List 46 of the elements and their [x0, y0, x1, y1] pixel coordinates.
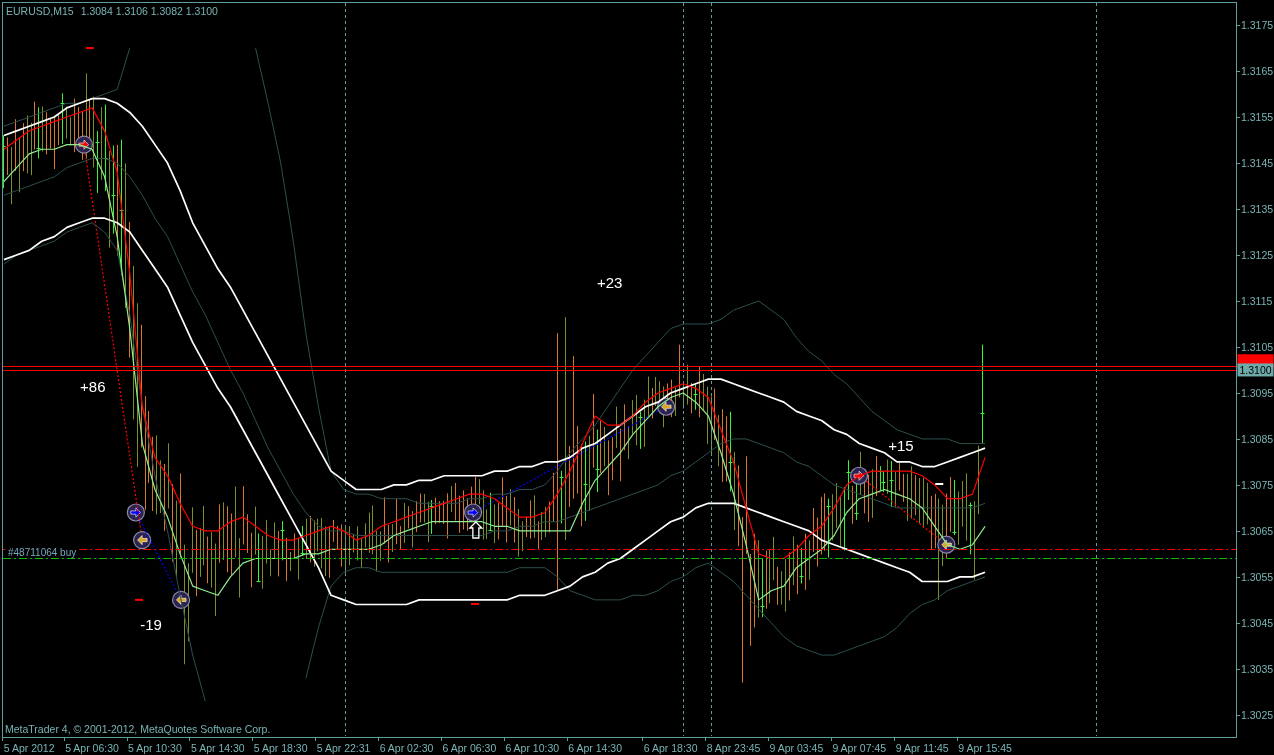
price-axis-label: 1.3175 [1241, 19, 1274, 32]
symbol-label: EURUSD,M15 [6, 5, 74, 17]
time-axis-label: 9 Apr 03:45 [769, 741, 824, 754]
time-axis-label: 8 Apr 23:45 [706, 741, 761, 754]
price-axis-label: 1.3125 [1241, 249, 1274, 262]
time-axis-label: 6 Apr 10:30 [505, 741, 560, 754]
time-axis-label: 5 Apr 06:30 [65, 741, 119, 754]
trade-result-label: -19 [140, 616, 162, 634]
dash-mark-icon [471, 603, 480, 605]
price-axis-label: 1.3035 [1241, 663, 1274, 676]
time-axis-label: 6 Apr 02:30 [379, 741, 434, 754]
price-axis-label: 1.3075 [1241, 479, 1274, 492]
time-axis-label: 9 Apr 11:45 [895, 741, 949, 754]
price-axis-label: 1.3045 [1241, 617, 1274, 630]
trade-result-label: +15 [888, 437, 914, 455]
trade-result-label: +23 [596, 273, 623, 291]
order-label: #48711064 buy [8, 546, 77, 558]
dash-mark-icon [135, 598, 143, 601]
time-axis-label: 5 Apr 2012 [3, 741, 55, 754]
time-axis-label: 5 Apr 10:30 [128, 741, 182, 754]
time-axis-label: 6 Apr 18:30 [643, 741, 698, 754]
price-axis-label: 1.3085 [1241, 433, 1274, 446]
time-axis-label: 9 Apr 15:45 [958, 741, 1012, 754]
hollow-up-arrow-icon [468, 521, 484, 539]
dash-mark-icon [85, 47, 94, 50]
price-axis-label: 1.3145 [1241, 157, 1274, 170]
price-axis-label: 1.3155 [1241, 111, 1274, 124]
time-axis-label: 9 Apr 07:45 [832, 741, 887, 754]
quote-values: 1.3084 1.3106 1.3082 1.3100 [80, 5, 218, 17]
time-axis-label: 6 Apr 14:30 [568, 741, 622, 754]
time-axis-label: 6 Apr 06:30 [442, 741, 497, 754]
price-axis-label: 1.3065 [1241, 525, 1274, 538]
time-axis-label: 5 Apr 18:30 [253, 741, 308, 754]
time-axis-label: 5 Apr 22:31 [316, 741, 371, 754]
price-axis-label: 1.3105 [1241, 341, 1274, 354]
price-axis-label: 1.3115 [1241, 295, 1273, 308]
trade-result-label: +86 [80, 378, 106, 396]
price-axis-label: 1.3025 [1241, 709, 1274, 722]
price-axis-label: 1.3055 [1241, 571, 1274, 584]
price-axis-label: 1.3135 [1241, 203, 1274, 216]
time-axis-label: 5 Apr 14:30 [190, 741, 245, 754]
copyright-text: MetaTrader 4, © 2001-2012, MetaQuotes Software Corp. [5, 723, 271, 735]
price-axis-label: 1.3165 [1241, 65, 1274, 78]
price-axis-label: 1.3095 [1241, 387, 1274, 400]
dash-mark-icon [935, 483, 944, 485]
current-price-tag: 1.3100 [1237, 363, 1274, 377]
